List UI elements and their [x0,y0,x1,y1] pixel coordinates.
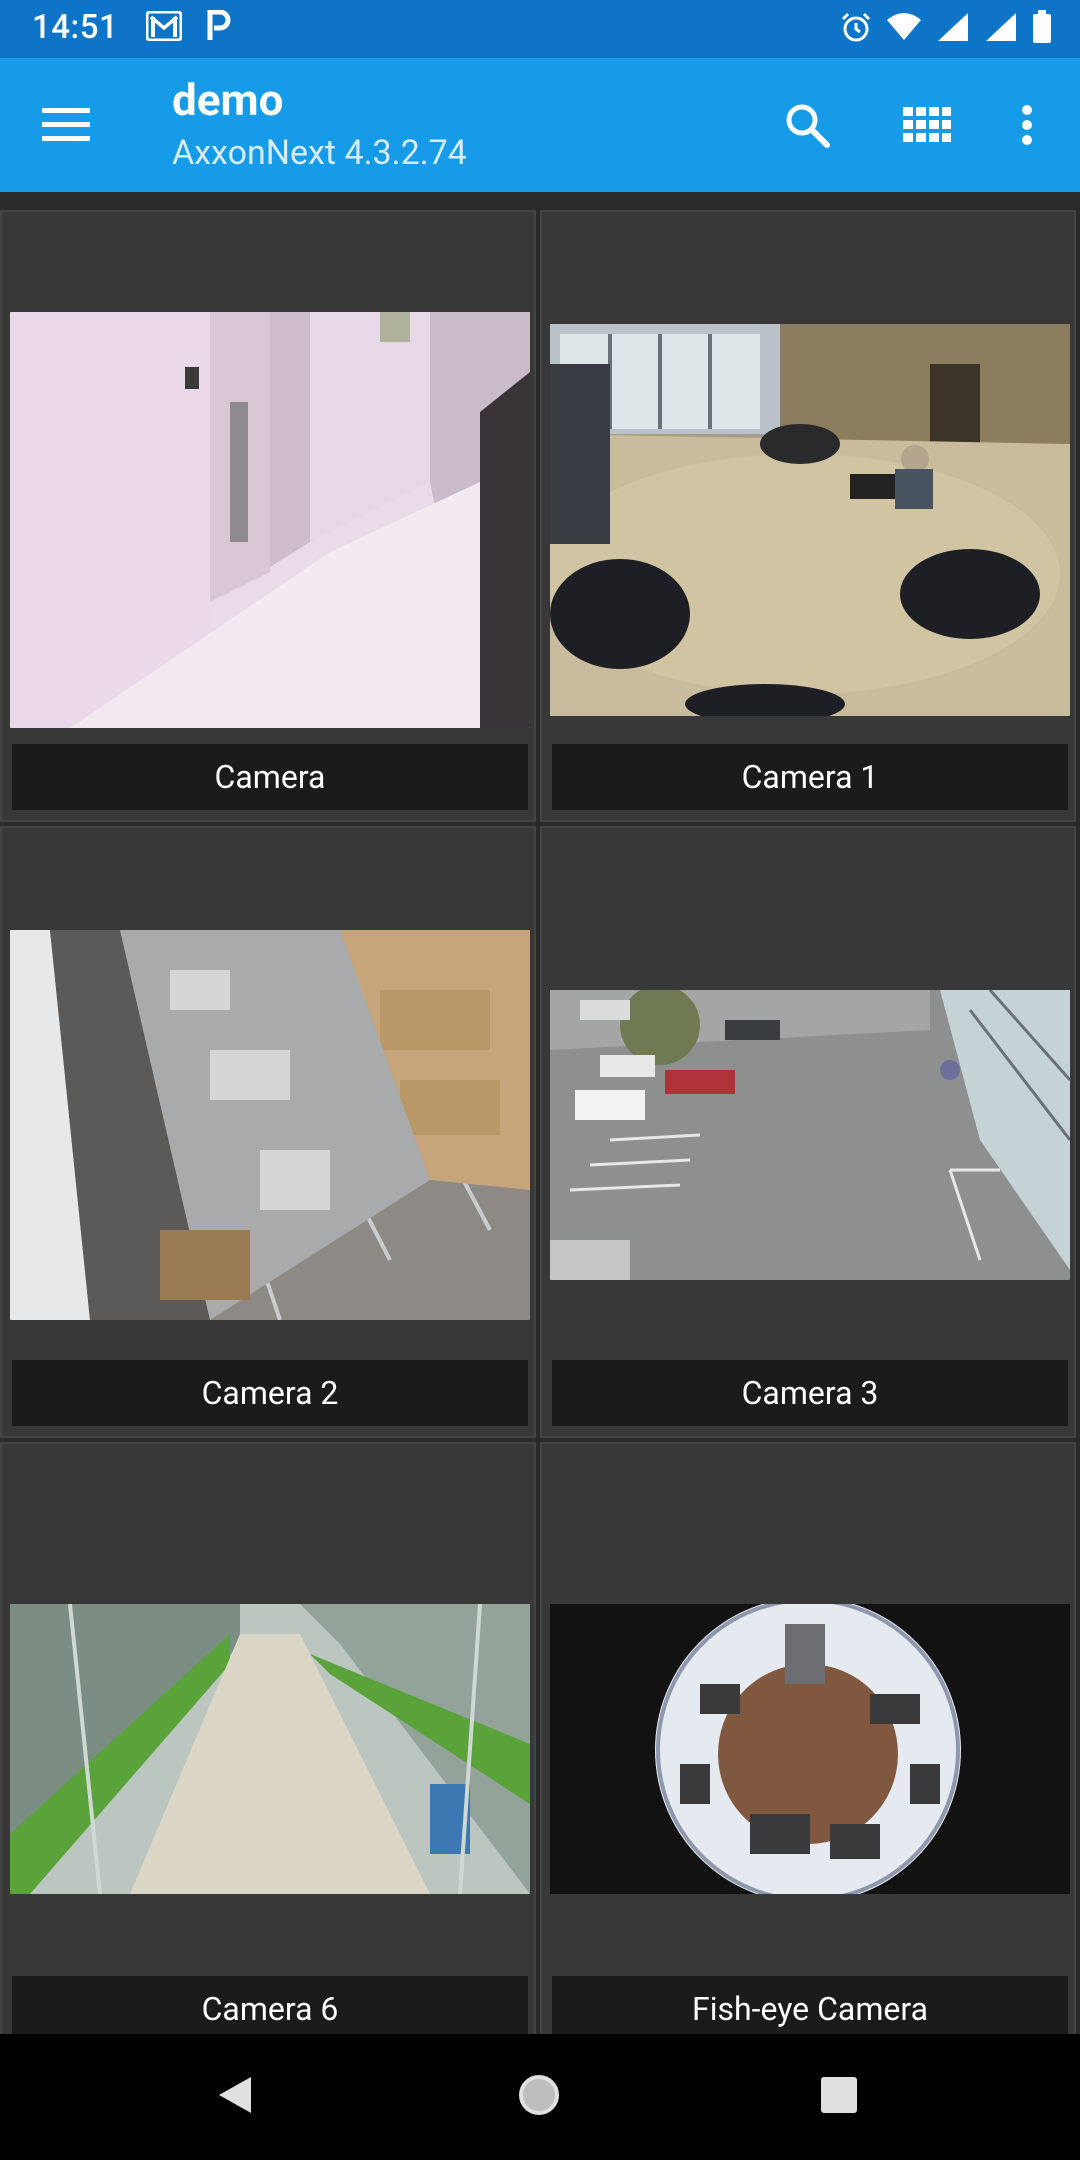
camera-tile[interactable]: Fish-eye Camera [540,1442,1076,2034]
camera-label: Camera 2 [12,1360,528,1426]
home-button[interactable] [504,2062,574,2132]
navigation-bar [0,2034,1080,2160]
alarm-icon [840,11,872,47]
camera-grid: Camera Camera 1 Camera 2 Camera 3 Camera… [0,204,1080,2034]
grid-view-button[interactable] [892,92,962,162]
camera-tile[interactable]: Camera 1 [540,210,1076,822]
parking-icon [206,9,232,46]
camera-tile[interactable]: Camera 3 [540,826,1076,1438]
more-vert-icon [1021,105,1033,149]
app-title: demo [172,74,284,126]
recents-icon [820,2076,858,2118]
camera-video-feed[interactable] [10,1604,530,1894]
gmail-icon [145,10,183,45]
camera-label: Camera 3 [552,1360,1068,1426]
camera-tile[interactable]: Camera 6 [0,1442,536,2034]
wifi-icon [886,12,922,46]
back-icon [217,2075,253,2119]
recents-button[interactable] [804,2062,874,2132]
app-subtitle: AxxonNext 4.3.2.74 [172,132,467,173]
menu-button[interactable] [34,100,98,154]
camera-video-feed[interactable] [10,312,530,728]
signal-icon [936,11,970,47]
status-bar: 14:51 [0,0,1080,58]
camera-label: Camera 6 [12,1976,528,2034]
camera-video-feed[interactable] [550,990,1070,1280]
menu-icon [42,108,90,146]
status-time: 14:51 [32,8,119,47]
battery-icon [1032,10,1052,48]
app-bar: demo AxxonNext 4.3.2.74 [0,58,1080,192]
camera-video-feed[interactable] [550,324,1070,716]
search-icon [784,102,830,152]
camera-label: Fish-eye Camera [552,1976,1068,2034]
grid-view-icon [903,107,951,147]
camera-tile[interactable]: Camera [0,210,536,822]
camera-video-feed[interactable] [550,1604,1070,1894]
signal-icon [984,11,1018,47]
camera-label: Camera 1 [552,744,1068,810]
camera-video-feed[interactable] [10,930,530,1320]
search-button[interactable] [772,92,842,162]
camera-label: Camera [12,744,528,810]
more-options-button[interactable] [992,92,1062,162]
back-button[interactable] [200,2062,270,2132]
home-icon [517,2073,561,2121]
camera-tile[interactable]: Camera 2 [0,826,536,1438]
